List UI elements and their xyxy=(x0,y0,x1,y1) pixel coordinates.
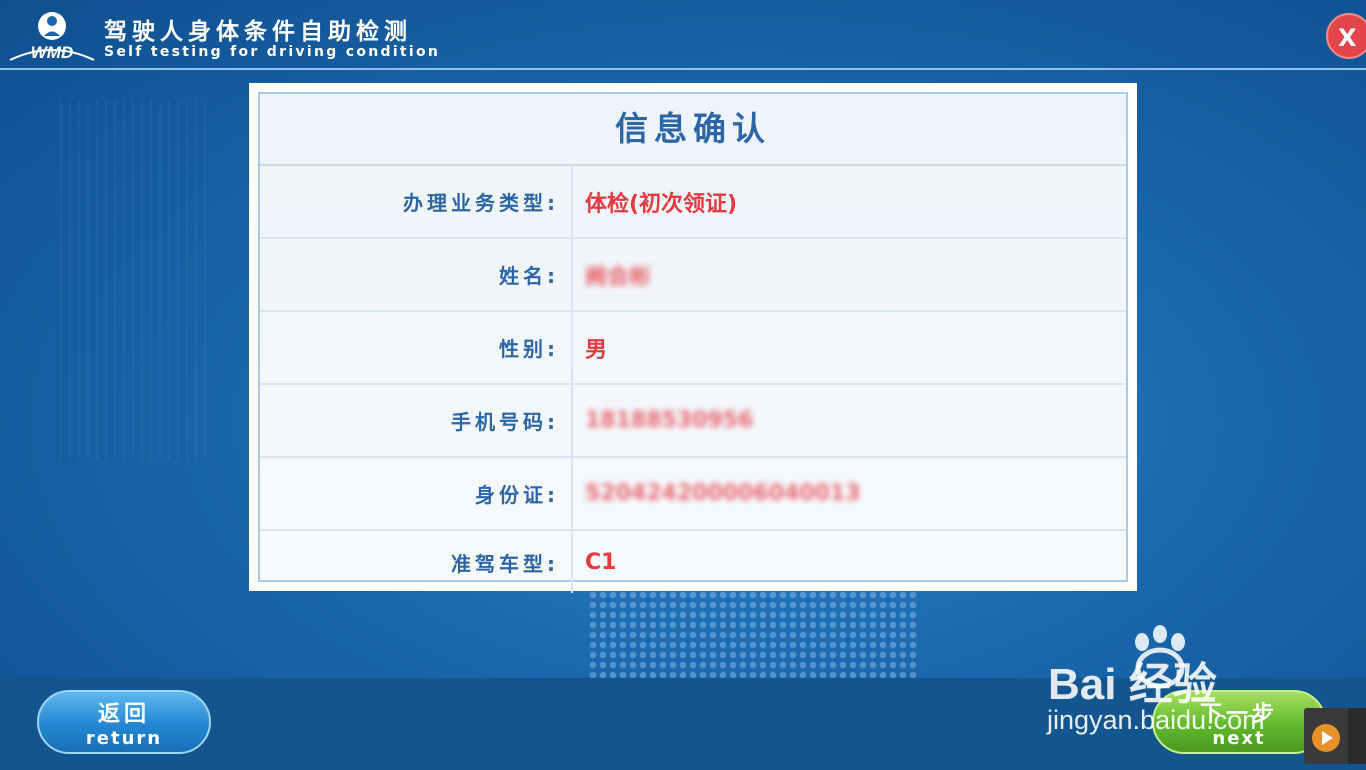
background-world-map-dots xyxy=(588,590,918,680)
field-label-business-type: 办理业务类型: xyxy=(260,166,573,239)
info-confirm-card: 信息确认 办理业务类型: 体检(初次领证) 姓名: 阙会彬 性别: 男 手机号码… xyxy=(249,83,1137,593)
table-row: 手机号码: 18188530956 xyxy=(260,384,1126,458)
field-value-name: 阙会彬 xyxy=(585,264,652,290)
info-table: 办理业务类型: 体检(初次领证) 姓名: 阙会彬 性别: 男 手机号码: 181… xyxy=(260,166,1126,593)
logo-icon: WMD xyxy=(9,12,95,62)
return-button-label-cn: 返回 xyxy=(97,702,150,727)
field-label-id-card: 身份证: xyxy=(260,457,573,531)
field-value-id-card: 520424200006040013 xyxy=(585,481,861,506)
field-label-phone: 手机号码: xyxy=(260,384,573,458)
return-button[interactable]: 返回 return xyxy=(37,690,211,754)
table-row: 姓名: 阙会彬 xyxy=(260,238,1126,312)
field-label-license-class: 准驾车型: xyxy=(260,530,573,593)
svg-text:WMD: WMD xyxy=(31,43,73,62)
card-title: 信息确认 xyxy=(260,94,1126,166)
media-play-icon[interactable] xyxy=(1304,708,1348,764)
table-row: 性别: 男 xyxy=(260,311,1126,385)
app-header: WMD 驾驶人身体条件自助检测 Self testing for driving… xyxy=(0,0,1366,70)
watermark-url: jingyan.baidu.com xyxy=(1047,705,1265,735)
return-button-label-en: return xyxy=(85,728,163,749)
side-strip xyxy=(1348,708,1366,764)
field-value-phone: 18188530956 xyxy=(585,408,754,433)
field-value-gender: 男 xyxy=(572,311,1126,385)
app-title: 驾驶人身体条件自助检测 xyxy=(104,19,412,45)
close-button[interactable]: X xyxy=(1326,13,1366,59)
background-decoration xyxy=(60,100,210,460)
table-row: 准驾车型: C1 xyxy=(260,530,1126,593)
close-icon: X xyxy=(1338,24,1357,52)
field-value-business-type: 体检(初次领证) xyxy=(572,166,1126,239)
table-row: 办理业务类型: 体检(初次领证) xyxy=(260,166,1126,239)
field-value-license-class: C1 xyxy=(585,549,617,575)
table-row: 身份证: 520424200006040013 xyxy=(260,457,1126,531)
info-confirm-panel: 信息确认 办理业务类型: 体检(初次领证) 姓名: 阙会彬 性别: 男 手机号码… xyxy=(258,92,1128,593)
field-label-gender: 性别: xyxy=(260,311,573,385)
watermark-brand: Bai 经验 xyxy=(1048,660,1217,709)
field-label-name: 姓名: xyxy=(260,238,573,312)
media-play-glyph xyxy=(1312,724,1340,752)
app-subtitle: Self testing for driving condition xyxy=(104,44,441,60)
